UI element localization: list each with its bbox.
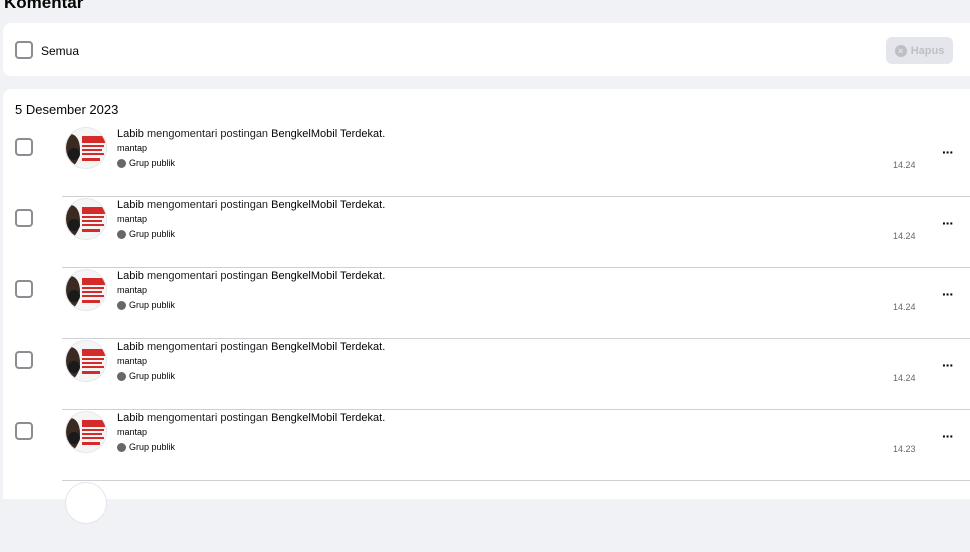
timestamp: 14.23 (893, 444, 916, 454)
comment-text: mantap (117, 285, 148, 295)
more-options-icon[interactable]: ··· (942, 287, 954, 301)
more-options-icon[interactable]: ··· (942, 216, 954, 230)
list-item: Labib mengomentari postingan BengkelMobi… (3, 268, 970, 339)
group-avatar[interactable] (65, 411, 107, 453)
comment-text: mantap (117, 427, 148, 437)
activity-title: Labib mengomentari postingan BengkelMobi… (117, 199, 386, 211)
row-checkbox[interactable] (15, 351, 33, 369)
audience: Grup publik (117, 300, 175, 310)
row-checkbox[interactable] (15, 138, 33, 156)
group-avatar[interactable] (65, 198, 107, 240)
selection-toolbar: Semua × Hapus (3, 23, 970, 76)
page-title: Komentar (4, 0, 84, 12)
list-item: Labib mengomentari postingan BengkelMobi… (3, 410, 970, 481)
activity-title: Labib mengomentari postingan BengkelMobi… (117, 341, 386, 353)
timestamp: 14.24 (893, 160, 916, 170)
select-all-checkbox[interactable] (15, 41, 33, 59)
actor-link[interactable]: Labib (117, 412, 144, 424)
more-options-icon[interactable]: ··· (942, 429, 954, 443)
actor-link[interactable]: Labib (117, 199, 144, 211)
globe-icon (117, 300, 126, 310)
audience: Grup publik (117, 229, 175, 239)
row-checkbox[interactable] (15, 209, 33, 227)
target-link[interactable]: BengkelMobil Terdekat. (271, 270, 385, 282)
delete-button-label: Hapus (910, 44, 945, 57)
globe-icon (117, 229, 126, 239)
x-circle-icon: × (894, 44, 907, 57)
list-item-partial (3, 481, 970, 552)
globe-icon (117, 371, 126, 381)
actor-link[interactable]: Labib (117, 341, 144, 353)
actor-link[interactable]: Labib (117, 270, 144, 282)
globe-icon (117, 442, 126, 452)
delete-button[interactable]: × Hapus (886, 37, 953, 64)
audience: Grup publik (117, 158, 175, 168)
target-link[interactable]: BengkelMobil Terdekat. (271, 199, 385, 211)
activity-title: Labib mengomentari postingan BengkelMobi… (117, 412, 386, 424)
target-link[interactable]: BengkelMobil Terdekat. (271, 128, 385, 140)
row-checkbox[interactable] (15, 280, 33, 298)
timestamp: 14.24 (893, 302, 916, 312)
target-link[interactable]: BengkelMobil Terdekat. (271, 412, 385, 424)
actor-link[interactable]: Labib (117, 128, 144, 140)
timestamp: 14.24 (893, 231, 916, 241)
timestamp: 14.24 (893, 373, 916, 383)
more-options-icon[interactable]: ··· (942, 358, 954, 372)
group-avatar[interactable] (65, 340, 107, 382)
group-avatar[interactable] (65, 482, 107, 524)
list-item: Labib mengomentari postingan BengkelMobi… (3, 197, 970, 268)
select-all-label: Semua (41, 44, 80, 58)
list-item: Labib mengomentari postingan BengkelMobi… (3, 126, 970, 197)
comment-text: mantap (117, 356, 148, 366)
audience: Grup publik (117, 371, 175, 381)
date-header: 5 Desember 2023 (15, 102, 119, 117)
activity-title: Labib mengomentari postingan BengkelMobi… (117, 128, 386, 140)
comment-text: mantap (117, 143, 148, 153)
group-avatar[interactable] (65, 127, 107, 169)
more-options-icon[interactable]: ··· (942, 145, 954, 159)
comment-text: mantap (117, 214, 148, 224)
activity-list: 5 Desember 2023 Labib mengomentari posti… (3, 89, 970, 524)
row-checkbox[interactable] (15, 422, 33, 440)
list-item: Labib mengomentari postingan BengkelMobi… (3, 339, 970, 410)
globe-icon (117, 158, 126, 168)
target-link[interactable]: BengkelMobil Terdekat. (271, 341, 385, 353)
audience: Grup publik (117, 442, 175, 452)
group-avatar[interactable] (65, 269, 107, 311)
activity-title: Labib mengomentari postingan BengkelMobi… (117, 270, 386, 282)
